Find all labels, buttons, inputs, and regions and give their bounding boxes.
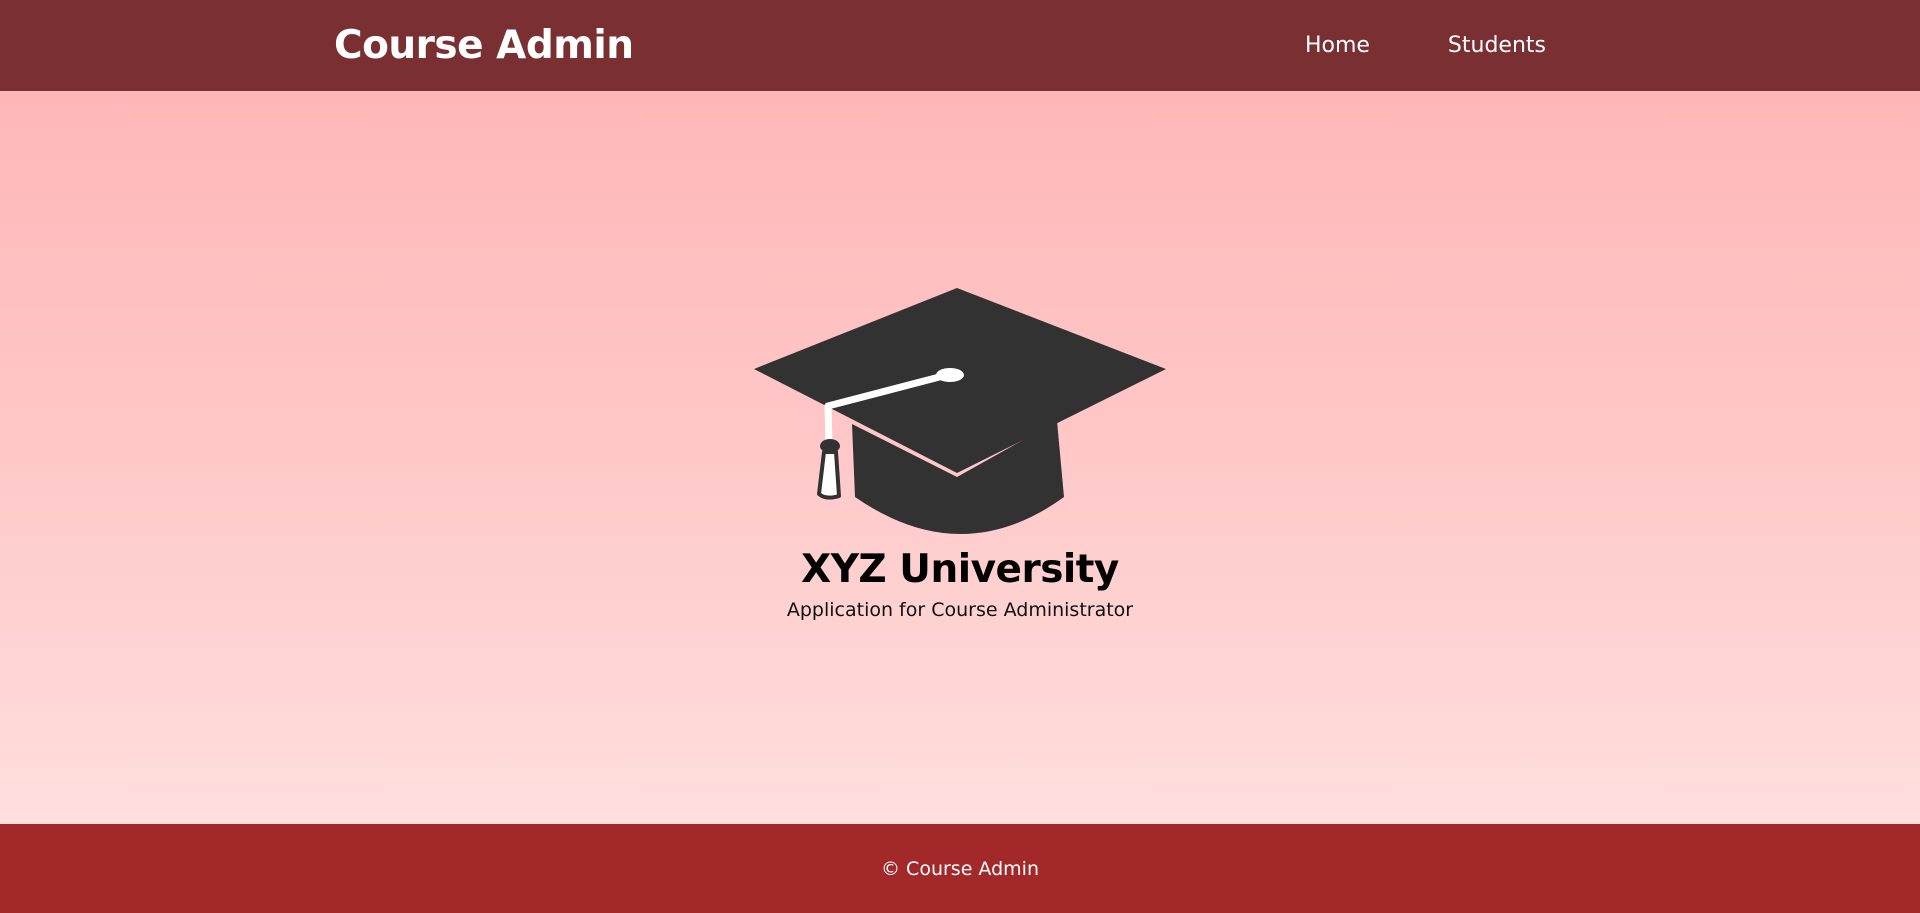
top-navbar: Course Admin Home Students [0,0,1920,91]
university-title: XYZ University [801,547,1119,592]
university-subtitle: Application for Course Administrator [786,599,1134,621]
graduation-cap-icon [750,286,1170,546]
brand-link[interactable]: Course Admin [334,0,634,91]
hero-section: XYZ University Application for Course Ad… [0,91,1920,824]
nav-links: Home Students [1305,0,1546,91]
nav-link-students[interactable]: Students [1448,33,1546,58]
page-footer: © Course Admin [0,824,1920,913]
nav-link-home[interactable]: Home [1305,33,1370,58]
footer-copyright: © Course Admin [881,857,1039,880]
